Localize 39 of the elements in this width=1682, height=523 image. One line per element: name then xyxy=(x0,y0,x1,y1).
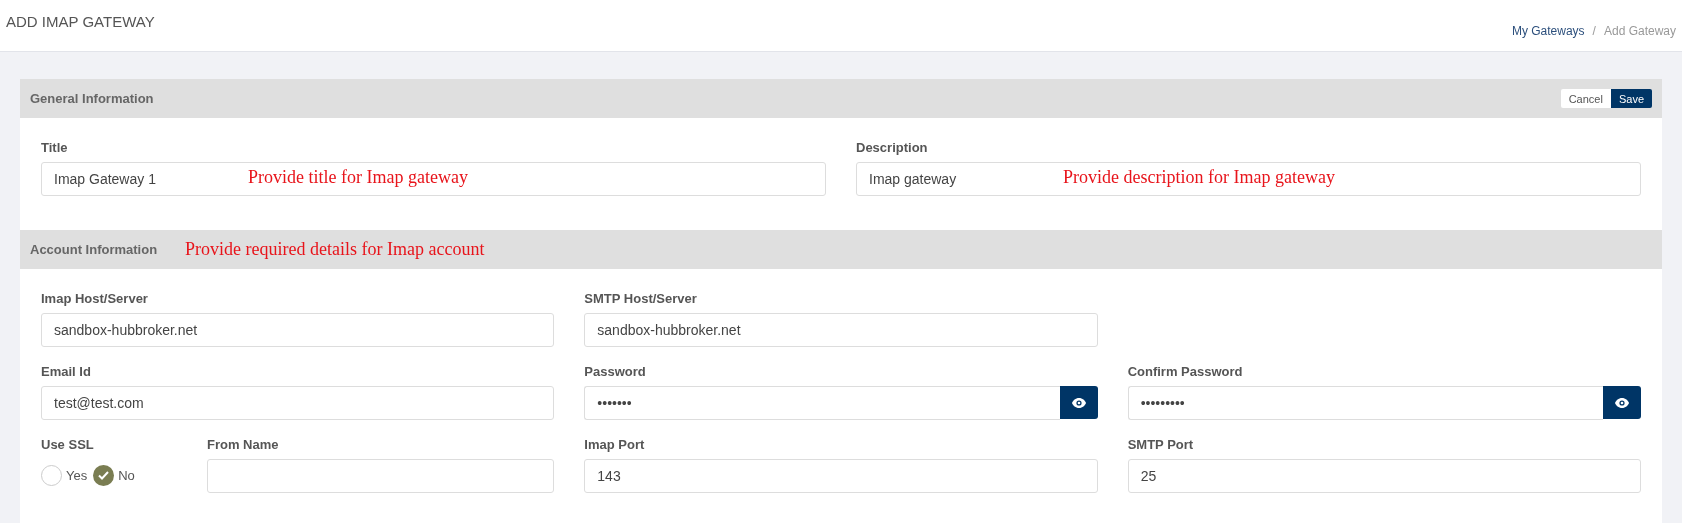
save-button[interactable]: Save xyxy=(1610,89,1652,108)
section-title: General Information xyxy=(30,91,154,106)
breadcrumb-separator: / xyxy=(1592,24,1596,38)
breadcrumb-current: Add Gateway xyxy=(1603,24,1676,38)
cancel-button[interactable]: Cancel xyxy=(1560,89,1611,108)
text-field[interactable]: 25 xyxy=(1127,459,1641,493)
text-field[interactable] xyxy=(207,459,555,493)
field-label: Imap Host/Server xyxy=(41,291,149,306)
field-label: From Name xyxy=(207,437,280,452)
field-label: SMTP Port xyxy=(1127,437,1195,452)
field-label: Title xyxy=(41,140,69,155)
password-field[interactable]: ••••••••• xyxy=(1127,386,1603,420)
annotation-note: Provide title for Imap gateway xyxy=(248,167,468,187)
annotation-note: Provide required details for Imap account xyxy=(185,239,485,260)
field-label: Password xyxy=(584,364,647,379)
breadcrumb-link[interactable]: My Gateways xyxy=(1511,24,1585,38)
eye-icon xyxy=(1615,397,1629,408)
text-field[interactable]: test@test.com xyxy=(41,386,555,420)
field-label: Description xyxy=(856,140,929,155)
eye-icon xyxy=(1071,397,1086,408)
check-icon xyxy=(98,471,110,480)
text-field[interactable]: 143 xyxy=(584,459,1098,493)
password-field[interactable]: ••••••• xyxy=(584,386,1060,420)
radio-label: No xyxy=(118,468,135,483)
text-field[interactable]: sandbox-hubbroker.net xyxy=(584,313,1098,347)
annotation-note: Provide description for Imap gateway xyxy=(1063,167,1335,187)
field-label: Use SSL xyxy=(41,437,95,452)
field-label: Email Id xyxy=(41,364,92,379)
show-password-button[interactable] xyxy=(1059,386,1098,419)
show-password-button[interactable] xyxy=(1603,386,1641,419)
text-field[interactable]: sandbox-hubbroker.net xyxy=(41,313,555,347)
page-title: ADD IMAP GATEWAY xyxy=(6,13,155,32)
radio-button[interactable] xyxy=(41,465,62,486)
radio-button[interactable] xyxy=(93,465,115,486)
field-label: Confirm Password xyxy=(1127,364,1244,379)
section-title: Account Information xyxy=(30,242,158,257)
field-label: SMTP Host/Server xyxy=(584,291,698,306)
radio-label: Yes xyxy=(66,468,88,483)
field-label: Imap Port xyxy=(584,437,646,452)
